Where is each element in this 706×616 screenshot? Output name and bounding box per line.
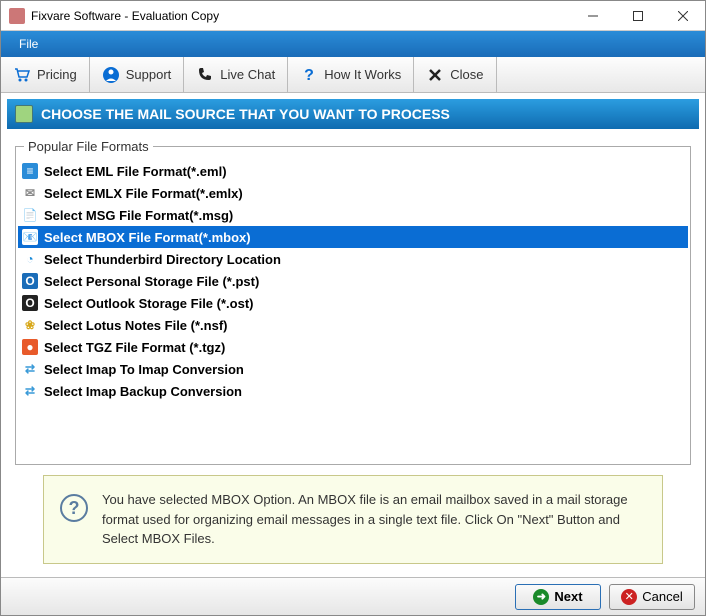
groupbox-legend: Popular File Formats [24,139,153,154]
format-item-tgz[interactable]: ● Select TGZ File Format (*.tgz) [18,336,688,358]
format-item-imap[interactable]: ⇄ Select Imap To Imap Conversion [18,358,688,380]
support-button[interactable]: Support [90,57,185,92]
info-text: You have selected MBOX Option. An MBOX f… [102,490,646,549]
close-label: Close [450,67,483,82]
phone-icon [196,66,214,84]
format-item-eml[interactable]: ≡ Select EML File Format(*.eml) [18,160,688,182]
emlx-icon: ✉ [22,185,38,201]
pricing-label: Pricing [37,67,77,82]
close-window-button[interactable] [660,1,705,30]
section-icon [15,105,33,123]
format-item-label: Select Imap To Imap Conversion [44,362,244,377]
next-button[interactable]: ➜ Next [515,584,601,610]
menu-file[interactable]: File [9,33,48,55]
nsf-icon: ❀ [22,317,38,333]
question-icon: ? [300,66,318,84]
format-item-label: Select MSG File Format(*.msg) [44,208,233,223]
window-title: Fixvare Software - Evaluation Copy [31,9,570,23]
format-item-msg[interactable]: 📄 Select MSG File Format(*.msg) [18,204,688,226]
toolbar: Pricing Support Live Chat ? How It Works… [1,57,705,93]
close-icon [426,66,444,84]
cancel-button[interactable]: ✕ Cancel [609,584,695,610]
howitworks-label: How It Works [324,67,401,82]
minimize-button[interactable] [570,1,615,30]
format-item-label: Select Thunderbird Directory Location [44,252,281,267]
tgz-icon: ● [22,339,38,355]
maximize-button[interactable] [615,1,660,30]
format-list: ≡ Select EML File Format(*.eml) ✉ Select EM… [18,160,688,402]
msg-icon: 📄 [22,207,38,223]
format-item-label: Select EMLX File Format(*.emlx) [44,186,243,201]
support-icon [102,66,120,84]
svg-text:?: ? [304,67,314,84]
imapb-icon: ⇄ [22,383,38,399]
footer: ➜ Next ✕ Cancel [1,577,705,615]
next-label: Next [554,589,582,604]
format-item-nsf[interactable]: ❀ Select Lotus Notes File (*.nsf) [18,314,688,336]
cancel-label: Cancel [642,589,682,604]
content-area: Popular File Formats ≡ Select EML File Fo… [1,129,705,574]
format-item-tbird[interactable]: ◔ Select Thunderbird Directory Location [18,248,688,270]
imap-icon: ⇄ [22,361,38,377]
livechat-button[interactable]: Live Chat [184,57,288,92]
eml-icon: ≡ [22,163,38,179]
section-title: CHOOSE THE MAIL SOURCE THAT YOU WANT TO … [41,106,450,122]
format-item-ost[interactable]: O Select Outlook Storage File (*.ost) [18,292,688,314]
support-label: Support [126,67,172,82]
titlebar: Fixvare Software - Evaluation Copy [1,1,705,31]
format-item-label: Select TGZ File Format (*.tgz) [44,340,225,355]
info-box: ? You have selected MBOX Option. An MBOX… [43,475,663,564]
format-item-label: Select Imap Backup Conversion [44,384,242,399]
livechat-label: Live Chat [220,67,275,82]
pst-icon: O [22,273,38,289]
formats-groupbox: Popular File Formats ≡ Select EML File Fo… [15,139,691,465]
section-header: CHOOSE THE MAIL SOURCE THAT YOU WANT TO … [7,99,699,129]
info-icon: ? [60,494,88,522]
mbox-icon: 📧 [22,229,38,245]
howitworks-button[interactable]: ? How It Works [288,57,414,92]
ost-icon: O [22,295,38,311]
format-item-pst[interactable]: O Select Personal Storage File (*.pst) [18,270,688,292]
pricing-button[interactable]: Pricing [1,57,90,92]
format-item-label: Select Lotus Notes File (*.nsf) [44,318,227,333]
tbird-icon: ◔ [22,251,38,267]
cancel-x-icon: ✕ [621,589,637,605]
menubar: File [1,31,705,57]
next-arrow-icon: ➜ [533,589,549,605]
format-item-label: Select EML File Format(*.eml) [44,164,227,179]
format-item-mbox[interactable]: 📧 Select MBOX File Format(*.mbox) [18,226,688,248]
format-item-label: Select Outlook Storage File (*.ost) [44,296,253,311]
cart-icon [13,66,31,84]
app-logo-icon [9,8,25,24]
format-item-imapb[interactable]: ⇄ Select Imap Backup Conversion [18,380,688,402]
format-item-label: Select MBOX File Format(*.mbox) [44,230,251,245]
format-item-emlx[interactable]: ✉ Select EMLX File Format(*.emlx) [18,182,688,204]
format-item-label: Select Personal Storage File (*.pst) [44,274,259,289]
close-button[interactable]: Close [414,57,496,92]
